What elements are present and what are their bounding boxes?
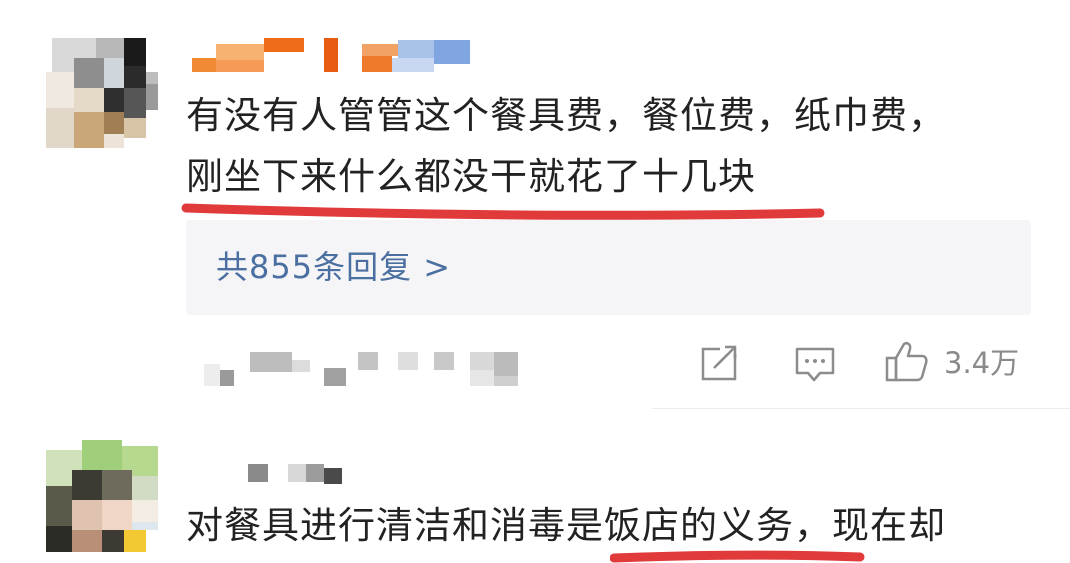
like-count: 3.4万	[944, 346, 1020, 380]
divider	[652, 408, 1070, 409]
red-underline-annotation	[610, 550, 865, 563]
username-redacted[interactable]	[248, 458, 358, 486]
comment-icon[interactable]	[794, 346, 836, 384]
avatar[interactable]	[46, 38, 158, 148]
avatar[interactable]	[46, 440, 158, 552]
replies-link[interactable]: 共855条回复 >	[216, 246, 451, 288]
meta-redacted	[200, 348, 540, 388]
replies-box[interactable]: 共855条回复 >	[186, 220, 1031, 315]
comment-text-line-1: 有没有人管管这个餐具费，餐位费，纸巾费，	[186, 94, 946, 137]
share-icon[interactable]	[700, 344, 740, 382]
thumbs-up-icon[interactable]	[884, 340, 930, 384]
comment-text-line-1: 对餐具进行清洁和消毒是饭店的义务，现在却	[186, 504, 946, 547]
comment-text-line-2: 刚坐下来什么都没干就花了十几块	[186, 155, 756, 198]
username-redacted[interactable]	[190, 36, 480, 76]
